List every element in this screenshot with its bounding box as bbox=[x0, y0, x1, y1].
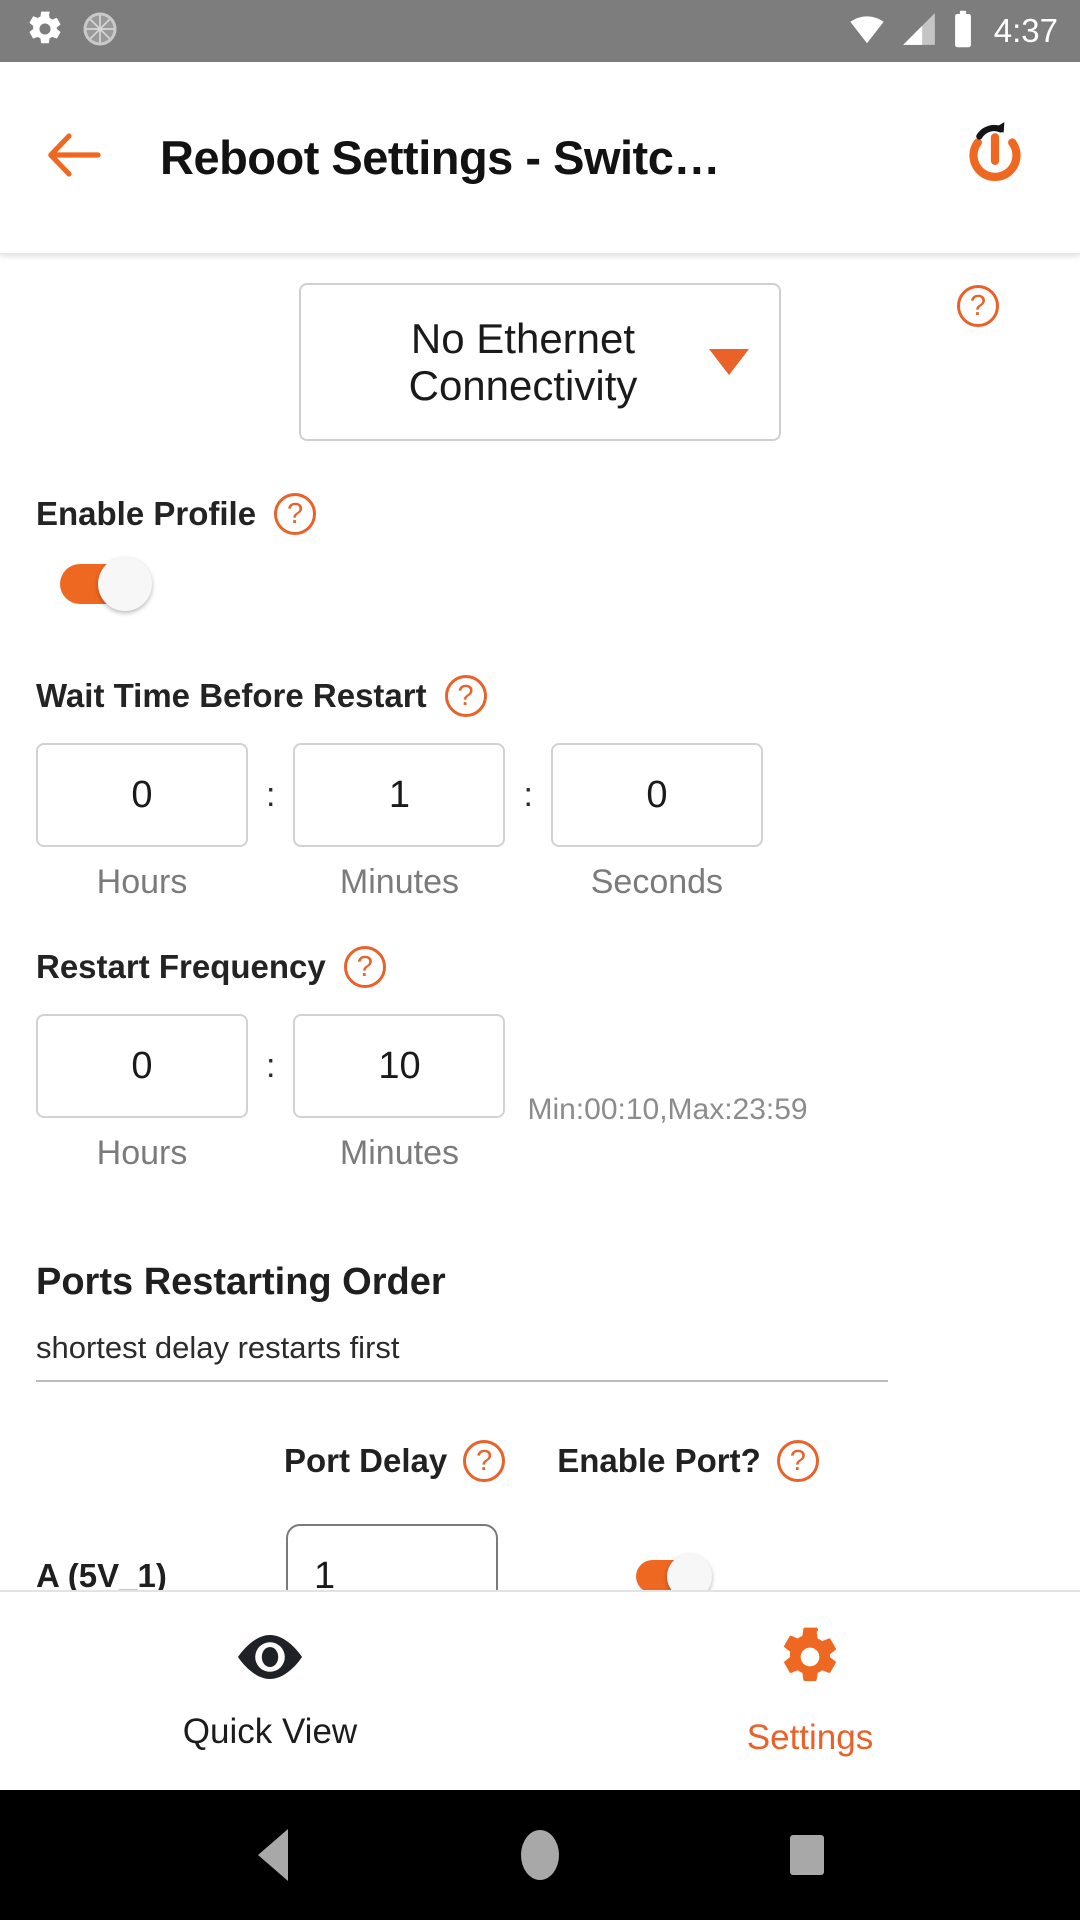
profile-dropdown-wrapper: No Ethernet Connectivity bbox=[36, 283, 1044, 441]
profile-dropdown[interactable]: No Ethernet Connectivity bbox=[299, 283, 781, 441]
enable-profile-label-row: Enable Profile ? bbox=[36, 493, 1044, 535]
square-recents-icon bbox=[789, 1835, 824, 1875]
ports-order-select[interactable]: shortest delay restarts first bbox=[36, 1330, 888, 1382]
enable-port-label: Enable Port? bbox=[557, 1442, 761, 1479]
app-toolbar: Reboot Settings - Switc… bbox=[0, 62, 1080, 255]
wait-time-separator-2: : bbox=[523, 776, 533, 814]
gear-icon bbox=[778, 1625, 842, 1694]
toggle-thumb bbox=[667, 1554, 712, 1590]
port-row-enable-cell bbox=[636, 1554, 712, 1590]
restart-frequency-range-hint: Min:00:10,Max:23:59 bbox=[527, 1093, 808, 1126]
battery-icon bbox=[951, 10, 975, 53]
table-row: A (5V_1) 1 bbox=[36, 1524, 1044, 1590]
ports-section-title: Ports Restarting Order bbox=[36, 1261, 446, 1303]
wait-time-label-row: Wait Time Before Restart ? bbox=[36, 675, 1044, 717]
port-row-delay-input[interactable]: 1 bbox=[286, 1524, 498, 1590]
restart-frequency-hours-group: 0 Hours bbox=[36, 1014, 248, 1173]
restart-frequency-separator: : bbox=[266, 1047, 276, 1085]
wifi-icon bbox=[847, 10, 887, 53]
sync-icon bbox=[82, 11, 118, 52]
wait-time-seconds-input[interactable]: 0 bbox=[550, 743, 763, 847]
power-restart-icon bbox=[952, 112, 1038, 203]
port-delay-help-icon[interactable]: ? bbox=[463, 1440, 506, 1482]
restart-frequency-hours-caption: Hours bbox=[96, 1134, 188, 1172]
android-status-bar: 4:37 bbox=[0, 0, 1080, 62]
nav-home-button[interactable] bbox=[500, 1815, 580, 1895]
ports-table-header: Port Delay ? Enable Port? ? bbox=[36, 1440, 1044, 1482]
android-nav-bar bbox=[0, 1790, 1080, 1920]
page-title: Reboot Settings - Switc… bbox=[160, 131, 720, 184]
restart-frequency-label-row: Restart Frequency ? bbox=[36, 946, 1044, 988]
restart-frequency-minutes-input[interactable]: 10 bbox=[293, 1014, 506, 1118]
port-delay-column-header: Port Delay ? bbox=[284, 1440, 506, 1482]
restart-frequency-minutes-group: 10 Minutes bbox=[293, 1014, 506, 1173]
tab-quick-view-label: Quick View bbox=[182, 1711, 358, 1751]
eye-icon bbox=[233, 1631, 307, 1688]
restart-frequency-hours-input[interactable]: 0 bbox=[36, 1014, 248, 1118]
cellular-signal-icon bbox=[900, 10, 938, 53]
arrow-left-icon bbox=[46, 132, 102, 183]
tab-settings[interactable]: Settings bbox=[540, 1592, 1080, 1790]
port-row-enable-toggle[interactable] bbox=[636, 1554, 712, 1590]
port-row-name: A (5V_1) bbox=[36, 1557, 167, 1590]
status-bar-right-icons: 4:37 bbox=[847, 10, 1058, 53]
wait-time-hours-group: 0 Hours bbox=[36, 743, 248, 902]
wait-time-hours-caption: Hours bbox=[96, 863, 188, 901]
tab-settings-label: Settings bbox=[746, 1717, 874, 1757]
wait-time-seconds-caption: Seconds bbox=[590, 863, 724, 901]
wait-time-minutes-caption: Minutes bbox=[339, 863, 459, 901]
circle-home-icon bbox=[520, 1830, 559, 1880]
nav-back-button[interactable] bbox=[233, 1815, 313, 1895]
wait-time-inputs: 0 Hours : 1 Minutes : 0 Seconds bbox=[36, 743, 1044, 902]
wait-time-seconds-group: 0 Seconds bbox=[550, 743, 763, 902]
wait-time-help-icon[interactable]: ? bbox=[444, 675, 487, 717]
wait-time-minutes-input[interactable]: 1 bbox=[293, 743, 506, 847]
enable-profile-help-icon[interactable]: ? bbox=[274, 493, 317, 535]
chevron-down-icon bbox=[709, 349, 749, 375]
enable-profile-toggle[interactable] bbox=[60, 557, 152, 611]
profile-dropdown-value: No Ethernet Connectivity bbox=[408, 314, 638, 409]
gear-icon bbox=[26, 10, 64, 53]
wait-time-minutes-group: 1 Minutes bbox=[293, 743, 506, 902]
nav-recents-button[interactable] bbox=[767, 1815, 847, 1895]
enable-port-column-header: Enable Port? ? bbox=[557, 1440, 819, 1482]
wait-time-hours-input[interactable]: 0 bbox=[36, 743, 248, 847]
triangle-back-icon bbox=[258, 1829, 289, 1881]
enable-profile-label: Enable Profile bbox=[36, 495, 257, 532]
phone-screen: 4:37 Reboot Settings - Switc… ? No Ether… bbox=[0, 0, 1080, 1920]
status-bar-clock: 4:37 bbox=[993, 12, 1058, 49]
tab-quick-view[interactable]: Quick View bbox=[0, 1592, 540, 1790]
settings-scroll-area[interactable]: ? No Ethernet Connectivity Enable Profil… bbox=[0, 255, 1080, 1590]
restart-frequency-label: Restart Frequency bbox=[36, 948, 326, 985]
profile-help-icon[interactable]: ? bbox=[957, 285, 999, 327]
restart-frequency-minutes-caption: Minutes bbox=[339, 1134, 459, 1172]
port-delay-label: Port Delay bbox=[284, 1442, 448, 1479]
wait-time-label: Wait Time Before Restart bbox=[36, 677, 427, 714]
back-button[interactable] bbox=[38, 122, 110, 194]
wait-time-separator-1: : bbox=[266, 776, 276, 814]
reboot-button[interactable] bbox=[950, 113, 1040, 203]
status-bar-left-icons bbox=[26, 10, 118, 53]
restart-frequency-help-icon[interactable]: ? bbox=[343, 946, 386, 988]
enable-port-help-icon[interactable]: ? bbox=[776, 1440, 819, 1482]
bottom-tab-bar: Quick View Settings bbox=[0, 1590, 1080, 1790]
restart-frequency-inputs: 0 Hours : 10 Minutes Min:00:10,Max:23:59 bbox=[36, 1014, 1044, 1173]
toggle-thumb bbox=[98, 557, 152, 611]
